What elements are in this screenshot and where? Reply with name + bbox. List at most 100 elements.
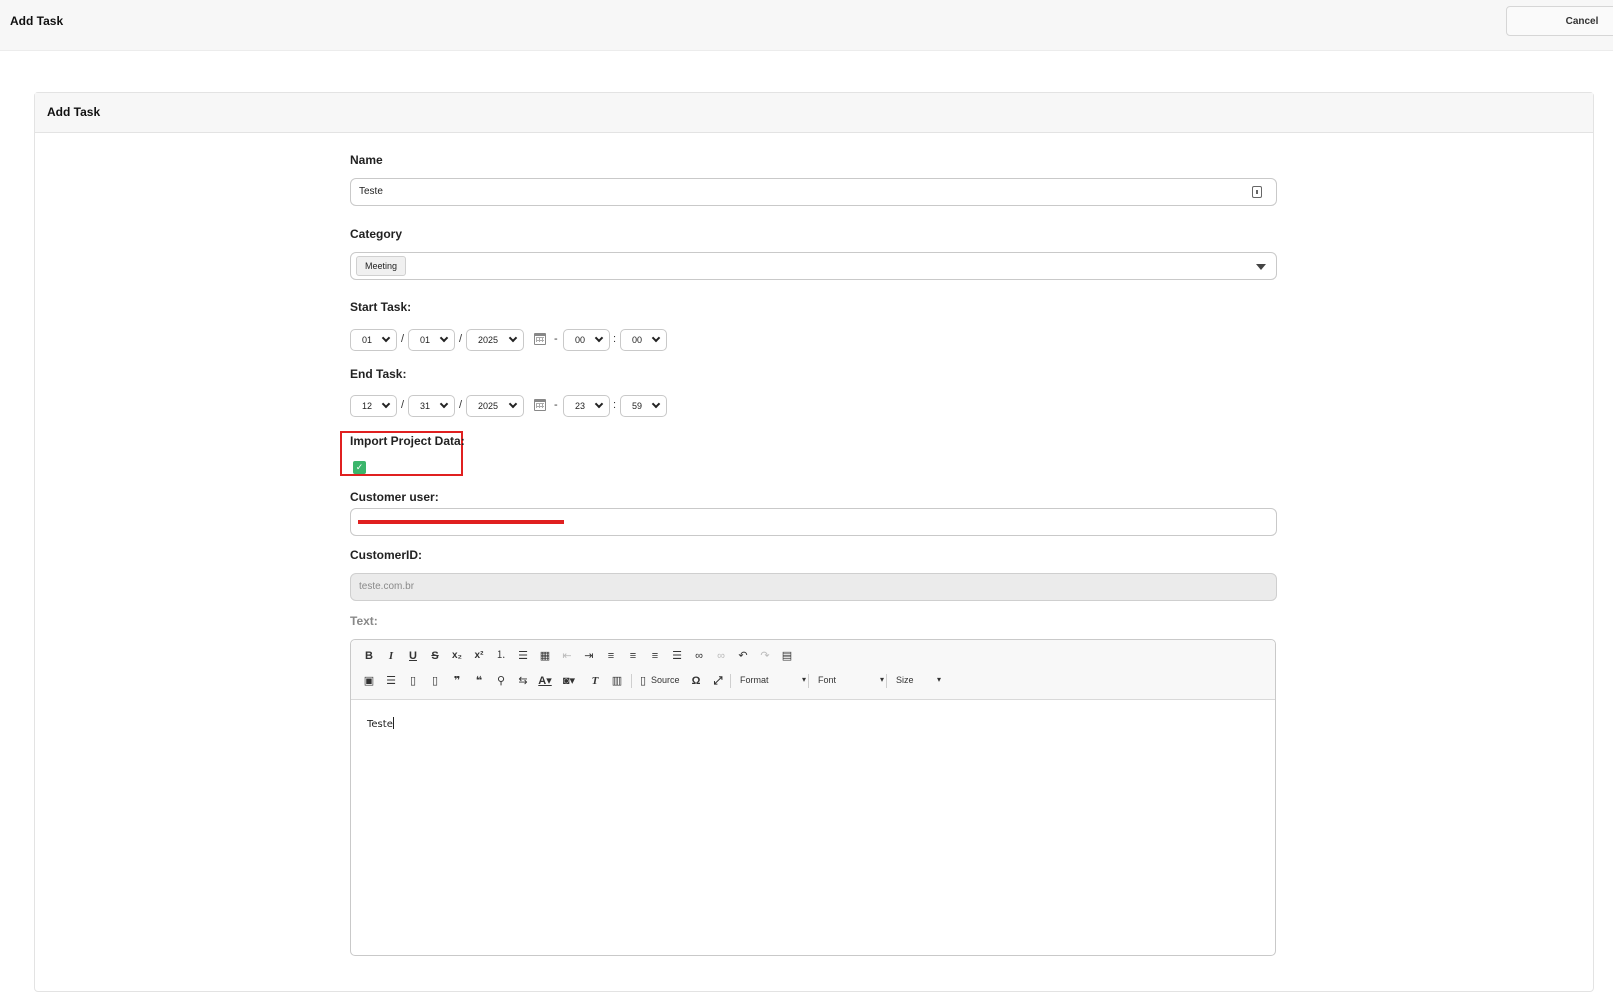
format-dropdown[interactable]: Format ▾ <box>740 675 808 685</box>
time-range-separator: - <box>554 399 558 411</box>
remove-format-icon[interactable]: T <box>586 672 604 690</box>
start-task-label: Start Task: <box>350 300 412 314</box>
chevron-down-icon <box>508 333 518 343</box>
chevron-down-icon <box>508 399 518 409</box>
bold-icon[interactable]: B <box>360 647 378 665</box>
editor-text: Teste <box>367 719 393 730</box>
cancel-button[interactable]: Cancel <box>1506 6 1613 36</box>
calendar-icon[interactable] <box>534 333 546 345</box>
calendar-icon[interactable] <box>534 399 546 411</box>
start-minute-value: 00 <box>632 335 643 345</box>
text-label: Text: <box>350 614 378 628</box>
underline-icon[interactable]: U <box>404 647 422 665</box>
end-hour-value: 23 <box>575 401 586 411</box>
category-label: Category <box>350 227 403 241</box>
align-right-icon[interactable]: ≡ <box>646 647 664 665</box>
customer-user-input[interactable] <box>350 508 1277 536</box>
align-center-icon[interactable]: ≡ <box>624 647 642 665</box>
start-hour-select[interactable]: 00 <box>563 329 610 351</box>
chevron-down-icon <box>594 333 604 343</box>
special-char-icon[interactable]: Ω <box>687 672 705 690</box>
size-dropdown[interactable]: Size ▾ <box>896 675 946 685</box>
end-year-select[interactable]: 2025 <box>466 395 524 417</box>
chevron-down-icon <box>381 399 391 409</box>
indent-icon[interactable]: ⇥ <box>580 647 598 665</box>
bulleted-list-icon[interactable]: ☰ <box>514 647 532 665</box>
undo-icon[interactable]: ↶ <box>734 647 752 665</box>
templates-icon[interactable]: ▥ <box>608 672 626 690</box>
maximize-icon[interactable]: ⤢ <box>709 672 727 690</box>
toolbar-separator <box>730 674 731 688</box>
table-icon[interactable]: ▦ <box>536 647 554 665</box>
subscript-icon[interactable]: x₂ <box>448 647 466 665</box>
italic-icon[interactable]: I <box>382 647 400 665</box>
contact-card-icon[interactable] <box>1252 186 1262 198</box>
end-task-label: End Task: <box>350 367 407 381</box>
time-separator: : <box>613 399 617 411</box>
start-year-select[interactable]: 2025 <box>466 329 524 351</box>
name-input[interactable]: Teste <box>350 178 1277 206</box>
paste-text-icon[interactable]: ▯ <box>426 672 444 690</box>
text-cursor <box>392 717 394 729</box>
chevron-down-icon <box>651 399 661 409</box>
time-separator: : <box>613 333 617 345</box>
source-icon[interactable]: ▯ <box>634 672 652 690</box>
end-month-value: 12 <box>362 401 373 411</box>
time-range-separator: - <box>554 333 558 345</box>
background-color-icon[interactable]: ◙▾ <box>560 672 578 690</box>
end-month-select[interactable]: 12 <box>350 395 397 417</box>
customer-id-input: teste.com.br <box>350 573 1277 601</box>
start-month-select[interactable]: 01 <box>350 329 397 351</box>
strikethrough-icon[interactable]: S <box>426 647 444 665</box>
start-day-select[interactable]: 01 <box>408 329 455 351</box>
blockquote-icon[interactable]: ❞ <box>448 672 466 690</box>
redo-icon[interactable]: ↷ <box>756 647 774 665</box>
end-day-select[interactable]: 31 <box>408 395 455 417</box>
date-separator: / <box>401 399 405 411</box>
start-year-value: 2025 <box>478 335 499 345</box>
end-minute-select[interactable]: 59 <box>620 395 667 417</box>
find-icon[interactable]: ⚲ <box>492 672 510 690</box>
start-hour-value: 00 <box>575 335 586 345</box>
category-select[interactable]: Meeting <box>350 252 1277 280</box>
chevron-down-icon <box>651 333 661 343</box>
font-dropdown[interactable]: Font ▾ <box>818 675 886 685</box>
top-bar: Add Task Cancel <box>0 0 1613 51</box>
start-month-value: 01 <box>362 335 373 345</box>
font-label: Font <box>818 675 837 685</box>
image-icon[interactable]: ▣ <box>360 672 378 690</box>
align-left-icon[interactable]: ≡ <box>602 647 620 665</box>
text-color-icon[interactable]: A▾ <box>536 672 554 690</box>
start-day-value: 01 <box>420 335 431 345</box>
page-break-icon[interactable]: ▤ <box>778 647 796 665</box>
paste-icon[interactable]: ▯ <box>404 672 422 690</box>
link-icon[interactable]: ∞ <box>690 647 708 665</box>
format-label: Format <box>740 675 769 685</box>
end-hour-select[interactable]: 23 <box>563 395 610 417</box>
import-project-checkbox[interactable]: ✓ <box>353 461 366 474</box>
outdent-icon[interactable]: ⇤ <box>558 647 576 665</box>
chevron-down-icon: ▾ <box>937 675 942 684</box>
chevron-down-icon[interactable] <box>1256 264 1266 270</box>
replace-icon[interactable]: ⇆ <box>514 672 532 690</box>
category-tag[interactable]: Meeting <box>356 256 407 276</box>
numbered-list-icon[interactable]: ⒈ <box>492 647 510 665</box>
chevron-down-icon: ▾ <box>880 675 885 684</box>
source-button[interactable]: Source <box>651 675 680 685</box>
chevron-down-icon <box>439 399 449 409</box>
toolbar-separator <box>808 674 809 688</box>
unlink-icon[interactable]: ∞ <box>712 647 730 665</box>
superscript-icon[interactable]: x² <box>470 647 488 665</box>
customer-id-label: CustomerID: <box>350 548 423 562</box>
toolbar-separator <box>886 674 887 688</box>
date-separator: / <box>401 333 405 345</box>
editor-content[interactable]: Teste <box>367 717 394 730</box>
rich-text-editor[interactable]: B I U S x₂ x² ⒈ ☰ ▦ ⇤ ⇥ ≡ ≡ ≡ ☰ ∞ ∞ ↶ ↷ … <box>350 639 1276 956</box>
start-minute-select[interactable]: 00 <box>620 329 667 351</box>
justify-icon[interactable]: ☰ <box>668 647 686 665</box>
toolbar-separator <box>631 674 632 688</box>
horizontal-line-icon[interactable]: ☰ <box>382 672 400 690</box>
chevron-down-icon <box>381 333 391 343</box>
customer-id-value: teste.com.br <box>359 581 415 592</box>
blockquote-alt-icon[interactable]: ❝ <box>470 672 488 690</box>
